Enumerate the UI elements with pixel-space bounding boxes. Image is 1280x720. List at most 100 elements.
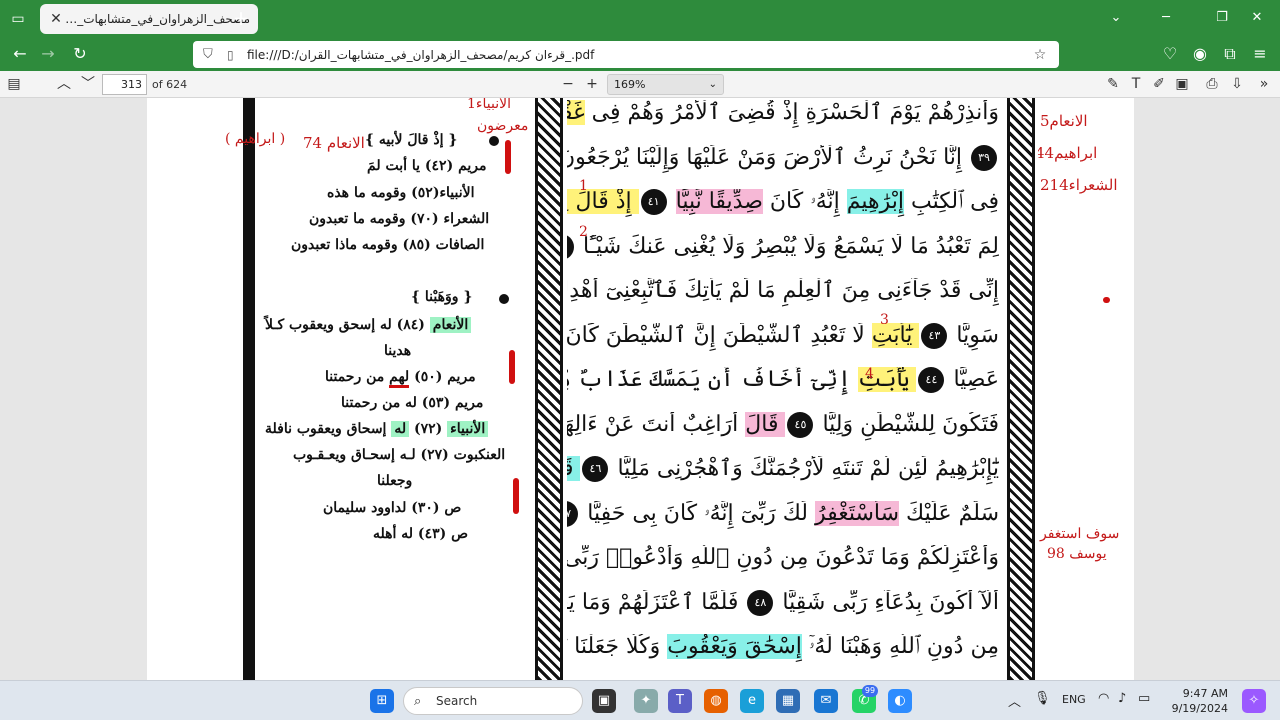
highlighted-verse-text: سَأَسْتَغْفِرُ	[814, 500, 900, 526]
zoom-select[interactable]: 169% ⌄	[607, 74, 724, 95]
margin-note: معرضون	[477, 118, 529, 134]
teams-icon[interactable]: T	[668, 689, 692, 713]
language-indicator[interactable]: ENG	[1062, 693, 1086, 706]
margin-note: هدينا	[384, 343, 412, 359]
verse-text: مِن دُونِ ٱللَّهِ وَهَبْنَا لَهُۥٓ	[801, 634, 999, 659]
firefox-icon[interactable]: ◍	[704, 689, 728, 713]
widgets-icon[interactable]: ✦	[634, 689, 658, 713]
margin-note: الشعراء (٧٠) وقومه ما تعبدون	[309, 211, 490, 227]
shield-icon[interactable]: ⛉	[203, 47, 219, 62]
draw-icon[interactable]: ✐	[1148, 74, 1170, 94]
verse-text: لَكَ رَبِّىٓ إِنَّهُۥ كَانَ بِى حَفِيًّا	[580, 500, 815, 526]
minimize-icon[interactable]: ─	[1153, 6, 1179, 30]
microphone-icon[interactable]: 🎙	[1034, 691, 1051, 706]
close-icon[interactable]: ✕	[48, 11, 64, 27]
ayah-number: ٤٣	[921, 322, 948, 349]
verse-marker: 3	[880, 312, 889, 328]
margin-note-part: إسحاق ويعقوب نافلة	[265, 421, 387, 437]
tab-active[interactable]: ✕ مصحف_الزهراوان_في_متشابهات_القـ	[40, 4, 258, 34]
extensions-icon[interactable]: ⧉	[1218, 43, 1242, 65]
reload-icon[interactable]: ↻	[68, 43, 92, 65]
account-icon[interactable]: ◉	[1188, 43, 1212, 65]
task-view-icon[interactable]: ▣	[592, 689, 616, 713]
pdf-viewer[interactable]: الانبياء1 معرضون { إذْ قالَ لأبيه } الان…	[0, 98, 1280, 680]
close-window-icon[interactable]: ✕	[1244, 6, 1270, 30]
chevron-up-icon[interactable]: ︿	[1008, 691, 1021, 710]
edge-icon[interactable]: e	[740, 689, 764, 713]
taskbar-search[interactable]: ⌕ Search	[403, 687, 583, 715]
volume-icon[interactable]: ♪	[1118, 691, 1126, 706]
battery-icon[interactable]: ▭	[1138, 691, 1150, 706]
highlighted-verse-text: إِذْ قَالَ لِأَبِيهِ يَٰٓأَبَتِ	[567, 189, 639, 214]
zoom-in-icon[interactable]: +	[581, 74, 603, 94]
arrow-right-icon[interactable]: →	[36, 43, 60, 65]
sidebar-toggle-icon[interactable]: ▤	[3, 74, 25, 94]
verse-text: وَكُلًّا جَعَلْنَا نَبِيًّا	[567, 634, 661, 659]
margin-note-part: مريم (٥٠)	[414, 369, 476, 385]
store-icon[interactable]: ▦	[776, 689, 800, 713]
zoom-icon[interactable]: ◐	[888, 689, 912, 713]
highlighted-verse-text: قَالَ	[745, 411, 786, 437]
quran-line: ٣٩ إِنَّا نَحْنُ نَرِثُ ٱلْأَرْضَ وَمَنْ…	[567, 144, 999, 175]
highlighted-verse-text: يَٰٓأَبَتِ	[871, 322, 920, 348]
restore-icon[interactable]: ❐	[1209, 6, 1235, 30]
address-bar[interactable]: ⛉ ▯ file:///D:/قرءان كريم/مصحف_الزهراوان…	[193, 41, 1059, 68]
highlighted-term: الأنبياء	[447, 421, 489, 437]
pdf-toolbar: ▤ ︿ ﹀ 313 of 624 − + 169% ⌄ ✎ T ✐ ▣ ⎙ ⇩ …	[0, 71, 1280, 98]
mail-icon[interactable]: ✉	[814, 689, 838, 713]
date: 9/19/2024	[1171, 702, 1228, 715]
page-number-input[interactable]: 313	[102, 74, 147, 95]
tab-title: مصحف_الزهراوان_في_متشابهات_القـ	[64, 12, 250, 26]
highlight-icon[interactable]: ✎	[1102, 74, 1124, 94]
more-tools-icon[interactable]: »	[1253, 74, 1275, 94]
margin-note-part: (٢٧) لـه إسحـاق ويعـقـوب	[293, 447, 449, 463]
notification-badge: 99	[862, 685, 878, 697]
margin-divider	[243, 98, 255, 680]
quran-line: وَأَنذِرْهُمْ يَوْمَ ٱلْحَسْرَةِ إِذْ قُ…	[567, 100, 999, 130]
verse-text	[669, 189, 676, 214]
verse-text: وَأَعْتَزِلُكُمْ وَمَا تَدْعُونَ مِن دُو…	[567, 545, 999, 570]
print-icon[interactable]: ⎙	[1201, 74, 1223, 94]
page-count: of 624	[152, 78, 188, 91]
windows-start-icon[interactable]: ⊞	[370, 689, 394, 713]
text-icon[interactable]: T	[1125, 74, 1147, 94]
url-text[interactable]: file:///D:/قرءان كريم/مصحف_الزهراوان_في_…	[247, 48, 1031, 62]
margin-note: ص (٤٣) له أهله	[373, 526, 469, 542]
highlighted-verse-text: غَفْلَةٍ وَهُمْ لَا يُؤْمِنُونَ	[567, 100, 585, 125]
red-dot	[1103, 297, 1110, 303]
margin-note: الشعراء214	[1040, 176, 1118, 194]
chevron-down-icon[interactable]: ⌄	[1103, 6, 1129, 30]
navigation-bar: ← → ↻ ⛉ ▯ file:///D:/قرءان كريم/مصحف_الز…	[0, 37, 1280, 71]
clock[interactable]: 9:47 AM 9/19/2024	[1160, 686, 1228, 716]
save-icon[interactable]: ⇩	[1226, 74, 1248, 94]
verse-text: أَلَّآ أَكُونَ بِدُعَآءِ رَبِّى شَقِيًّا	[775, 589, 999, 615]
quran-line: فَتَكُونَ لِلشَّيْطَٰنِ وَلِيًّا ٤٥ قَال…	[567, 411, 999, 442]
red-mark	[505, 140, 511, 174]
verse-text: عَصِيًّا	[946, 367, 999, 392]
pocket-icon[interactable]: ♡	[1158, 43, 1182, 65]
next-page-icon[interactable]: ﹀	[77, 74, 99, 94]
margin-note: الانعام5	[1040, 112, 1088, 130]
zoom-out-icon[interactable]: −	[557, 74, 579, 94]
verse-marker: 2	[579, 224, 588, 240]
margin-note: الأنعام (٨٤) له إسحق ويعقوب كـلاً	[265, 317, 472, 333]
image-icon[interactable]: ▣	[1171, 74, 1193, 94]
arrow-left-icon[interactable]: ←	[8, 43, 32, 65]
previous-page-icon[interactable]: ︿	[53, 74, 75, 94]
verse-text: سَوِيًّا	[949, 322, 999, 348]
wifi-icon[interactable]: ◠	[1098, 691, 1109, 706]
star-icon[interactable]: ☆	[1031, 47, 1049, 63]
quran-line: إِنِّى قَدْ جَآءَنِى مِنَ ٱلْعِلْمِ مَا …	[567, 278, 999, 308]
tab-list-icon[interactable]: ▭	[8, 9, 28, 29]
plus-icon[interactable]: +	[230, 8, 252, 30]
quran-line: مِن دُونِ ٱللَّهِ وَهَبْنَا لَهُۥٓ إِسْح…	[567, 634, 999, 664]
highlighted-term: الأنعام	[429, 317, 472, 333]
ayah-number: ٤٥	[787, 411, 814, 438]
margin-note: ص (٣٠) لداوود سليمان	[323, 500, 462, 516]
menu-icon[interactable]: ≡	[1248, 43, 1272, 65]
margin-note: الأنبياء (٧٢) له إسحاق ويعقوب نافلة	[265, 421, 489, 437]
highlighted-verse-text: إِبْرَٰهِيمَ	[846, 189, 905, 214]
ayah-number: ٤٦	[582, 456, 609, 482]
margin-note-part: العنكبوت	[453, 447, 506, 463]
copilot-icon[interactable]: ✧	[1242, 689, 1266, 713]
